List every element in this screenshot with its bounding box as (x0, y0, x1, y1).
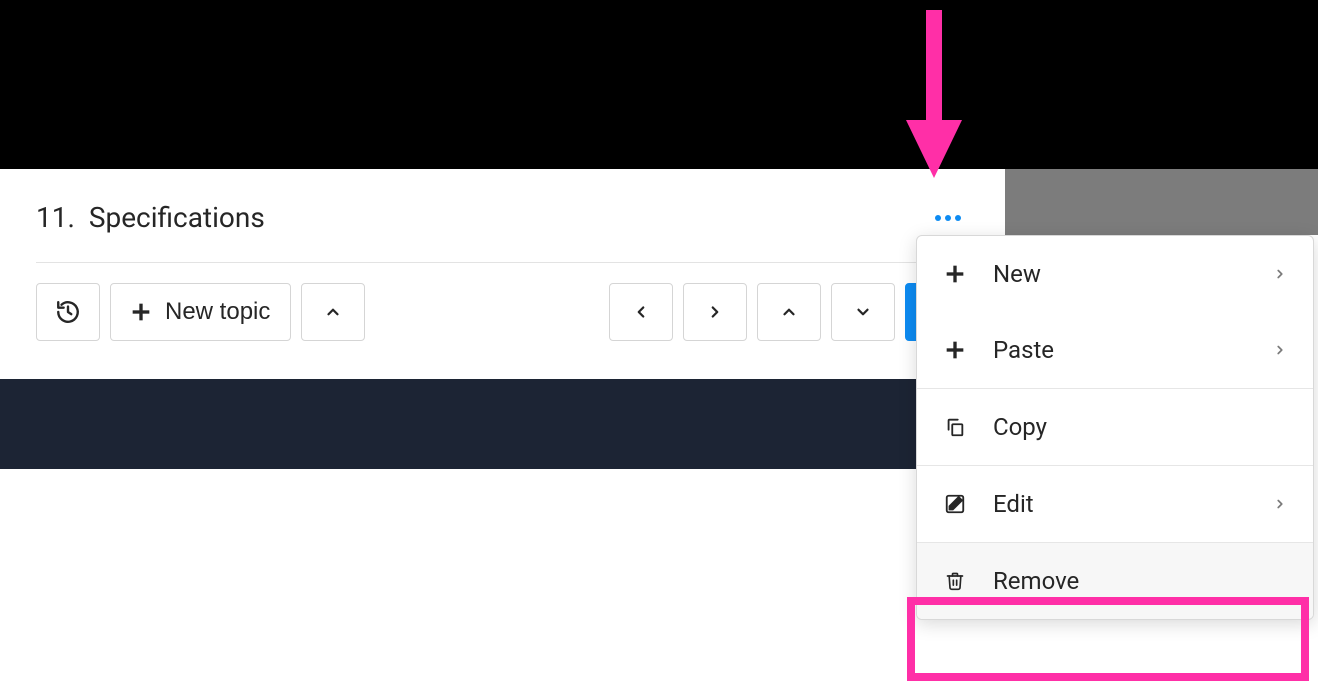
prev-button[interactable] (609, 283, 673, 341)
context-menu: New Paste Copy Edit (916, 235, 1314, 620)
menu-item-remove[interactable]: Remove (917, 543, 1313, 619)
right-gray-area (1005, 169, 1318, 235)
move-down-button[interactable] (831, 283, 895, 341)
plus-icon (131, 302, 151, 322)
new-topic-button[interactable]: New topic (110, 283, 291, 341)
chevron-up-icon (780, 303, 798, 321)
chevron-down-icon (854, 303, 872, 321)
menu-item-edit[interactable]: Edit (917, 466, 1313, 543)
menu-item-paste[interactable]: Paste (917, 312, 1313, 389)
menu-label: Remove (993, 567, 1287, 595)
topic-title: Specifications (89, 201, 265, 234)
topic-row: 11. Specifications (36, 169, 969, 263)
new-topic-label: New topic (165, 298, 270, 326)
chevron-right-icon (1273, 343, 1287, 357)
history-icon (55, 299, 81, 325)
topic-number: 11. (36, 201, 75, 234)
menu-label: Edit (993, 490, 1247, 518)
plus-icon (943, 264, 967, 284)
edit-icon (943, 493, 967, 515)
next-button[interactable] (683, 283, 747, 341)
chevron-up-icon (324, 303, 342, 321)
menu-item-new[interactable]: New (917, 236, 1313, 312)
footer-dark-bar (0, 379, 1005, 469)
trash-icon (943, 570, 967, 592)
content-area: 11. Specifications New topic (0, 169, 1005, 363)
move-up-button[interactable] (757, 283, 821, 341)
chevron-right-icon (1273, 497, 1287, 511)
menu-label: New (993, 260, 1247, 288)
new-topic-expand-button[interactable] (301, 283, 365, 341)
copy-icon (943, 416, 967, 438)
history-button[interactable] (36, 283, 100, 341)
chevron-right-icon (706, 303, 724, 321)
menu-item-copy[interactable]: Copy (917, 389, 1313, 466)
chevron-left-icon (632, 303, 650, 321)
menu-label: Copy (993, 413, 1287, 441)
more-options-icon[interactable] (933, 205, 969, 230)
chevron-right-icon (1273, 267, 1287, 281)
toolbar: New topic (0, 263, 1005, 363)
menu-label: Paste (993, 336, 1247, 364)
top-black-bar (0, 0, 1318, 169)
plus-icon (943, 340, 967, 360)
